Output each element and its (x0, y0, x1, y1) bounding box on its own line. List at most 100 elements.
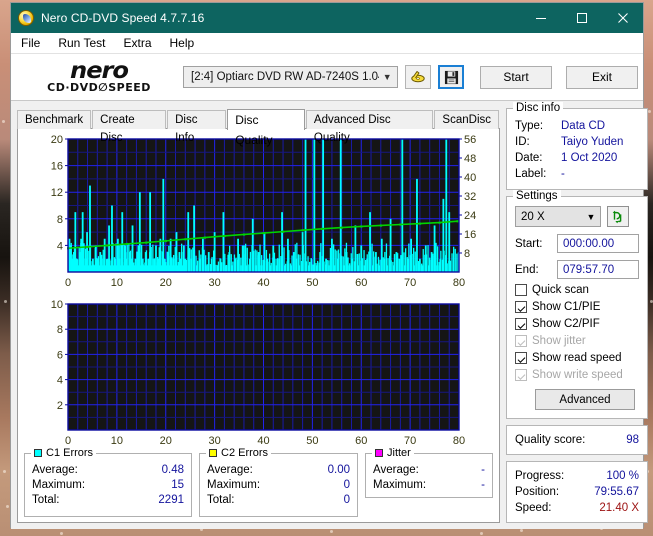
svg-text:50: 50 (306, 435, 318, 447)
status-row: Position: 79:55.67 (515, 484, 639, 500)
stat-row: Maximum: 15 (32, 478, 184, 493)
tab-benchmark[interactable]: Benchmark (17, 110, 92, 129)
checkbox-show-c1-pie[interactable]: Show C1/PIE (515, 301, 639, 313)
speed-label: Speed: (515, 502, 552, 514)
quality-score-label: Quality score: (515, 434, 586, 446)
chevron-down-icon: ▼ (382, 72, 392, 82)
disc-info-legend: Disc info (513, 102, 564, 114)
end-input[interactable]: 079:57.70 (557, 260, 639, 279)
c1-errors-chart: 4 8 12 16 20 8 16 24 32 40 48 56 0 10 20 30 40 50 60 70 80 (18, 129, 499, 292)
checkbox-icon (515, 335, 527, 347)
checkbox-label: Show read speed (532, 352, 622, 364)
progress-value: 100 % (606, 470, 639, 482)
c2-total-label: Total: (207, 494, 235, 506)
close-icon[interactable] (602, 3, 643, 33)
svg-text:70: 70 (404, 277, 416, 289)
disc-info-row: ID: Taiyo Yuden (515, 134, 639, 150)
svg-text:6: 6 (57, 349, 63, 361)
drive-select[interactable]: [2:4] Optiarc DVD RW AD-7240S 1.04 ▼ (183, 66, 398, 88)
c1-total-label: Total: (32, 494, 60, 506)
wallpaper-speck (6, 505, 9, 508)
disc-info-row: Type: Data CD (515, 118, 639, 134)
save-button[interactable] (438, 65, 464, 89)
stat-row: Average: 0.48 (32, 463, 184, 478)
advanced-button[interactable]: Advanced (535, 389, 635, 410)
start-field-row: Start: 000:00.00 (515, 234, 639, 253)
speed-select[interactable]: 20 X ▼ (515, 206, 601, 227)
checkbox-show-read-speed[interactable]: Show read speed (515, 352, 639, 364)
tab-disc-quality[interactable]: Disc Quality (227, 109, 305, 147)
c1-maximum-label: Maximum: (32, 479, 86, 491)
stat-row: Average: 0.00 (207, 463, 350, 478)
svg-text:80: 80 (453, 277, 465, 289)
svg-text:16: 16 (464, 229, 476, 241)
svg-text:4: 4 (57, 240, 63, 252)
stat-row: Maximum: 0 (207, 478, 350, 493)
menu-help[interactable]: Help (161, 33, 204, 54)
svg-text:50: 50 (306, 277, 318, 289)
tab-create-disc[interactable]: Create Disc (92, 110, 167, 144)
svg-text:16: 16 (51, 161, 63, 173)
drive-select-value: [2:4] Optiarc DVD RW AD-7240S 1.04 (191, 71, 380, 83)
c1-errors-title: C1 Errors (46, 447, 94, 459)
menu-file[interactable]: File (11, 33, 49, 54)
c2-errors-legend: C2 Errors (206, 447, 272, 459)
checkbox-icon (515, 284, 527, 296)
disc-info-panel: Disc info Type: Data CD ID: Taiyo Yuden … (506, 102, 648, 190)
menu-bar: File Run Test Extra Help (11, 33, 643, 54)
progress-label: Progress: (515, 470, 565, 482)
minimize-icon[interactable] (520, 3, 561, 33)
checkbox-show-c2-pif[interactable]: Show C2/PIF (515, 318, 639, 330)
nero-logo: nero CD·DVD∅SPEED (25, 60, 173, 93)
start-label: Start: (515, 237, 543, 250)
stat-row: Average: - (373, 463, 485, 478)
status-panel: Progress: 100 % Position: 79:55.67 Speed… (506, 461, 648, 523)
settings-legend: Settings (513, 190, 561, 202)
maximize-icon[interactable] (561, 3, 602, 33)
stat-row: Total: 2291 (32, 493, 184, 508)
window-title: Nero CD-DVD Speed 4.7.7.16 (41, 11, 205, 25)
menu-run-test[interactable]: Run Test (49, 33, 114, 54)
nero-disc-icon (18, 10, 34, 26)
c1-average-label: Average: (32, 464, 78, 476)
disc-quality-panel: 4 8 12 16 20 8 16 24 32 40 48 56 0 10 20 30 40 50 60 70 80 2… (17, 128, 500, 523)
tab-disc-info[interactable]: Disc Info (167, 110, 227, 144)
exit-button[interactable]: Exit (566, 65, 638, 89)
nero-subtitle: CD·DVD∅SPEED (25, 82, 173, 93)
tab-scandisc[interactable]: ScanDisc (434, 110, 499, 129)
right-column: Disc info Type: Data CD ID: Taiyo Yuden … (506, 102, 648, 523)
disc-date-value: 1 Oct 2020 (561, 152, 618, 164)
svg-text:60: 60 (355, 277, 367, 289)
settings-speed-row: 20 X ▼ (515, 206, 639, 227)
svg-text:8: 8 (57, 324, 63, 336)
position-value: 79:55.67 (594, 486, 639, 498)
checkbox-label: Quick scan (532, 284, 589, 296)
start-input[interactable]: 000:00.00 (557, 234, 639, 253)
start-button[interactable]: Start (480, 65, 552, 89)
disc-eject-icon (411, 71, 425, 83)
svg-text:12: 12 (51, 187, 63, 199)
checkbox-label: Show write speed (532, 369, 623, 381)
c2-maximum-value: 0 (343, 479, 350, 491)
settings-panel: Settings 20 X ▼ Start: 000:00.00 End: 07… (506, 190, 648, 419)
disc-info-row: Label: - (515, 166, 639, 182)
checkbox-label: Show C1/PIE (532, 301, 601, 313)
nero-cd-dvd-speed-window: Nero CD-DVD Speed 4.7.7.16 File Run Test… (10, 2, 648, 529)
wallpaper-speck (520, 529, 523, 532)
tab-advanced-disc-quality[interactable]: Advanced Disc Quality (305, 110, 434, 144)
c2-color-swatch (209, 449, 217, 457)
disc-eject-button[interactable] (405, 65, 431, 89)
svg-text:56: 56 (464, 134, 476, 146)
quality-score-row: Quality score: 98 (515, 432, 639, 448)
refresh-button[interactable] (607, 206, 629, 227)
svg-text:30: 30 (208, 277, 220, 289)
menu-extra[interactable]: Extra (114, 33, 160, 54)
window-controls (520, 3, 643, 33)
c1-maximum-value: 15 (171, 479, 184, 491)
chevron-down-icon: ▼ (586, 211, 596, 222)
checkbox-quick-scan[interactable]: Quick scan (515, 284, 639, 296)
svg-text:20: 20 (160, 435, 172, 447)
tab-bar: Benchmark Create Disc Disc Info Disc Qua… (17, 108, 500, 147)
c2-errors-title: C2 Errors (221, 447, 269, 459)
speed-value: 21.40 X (599, 502, 639, 514)
